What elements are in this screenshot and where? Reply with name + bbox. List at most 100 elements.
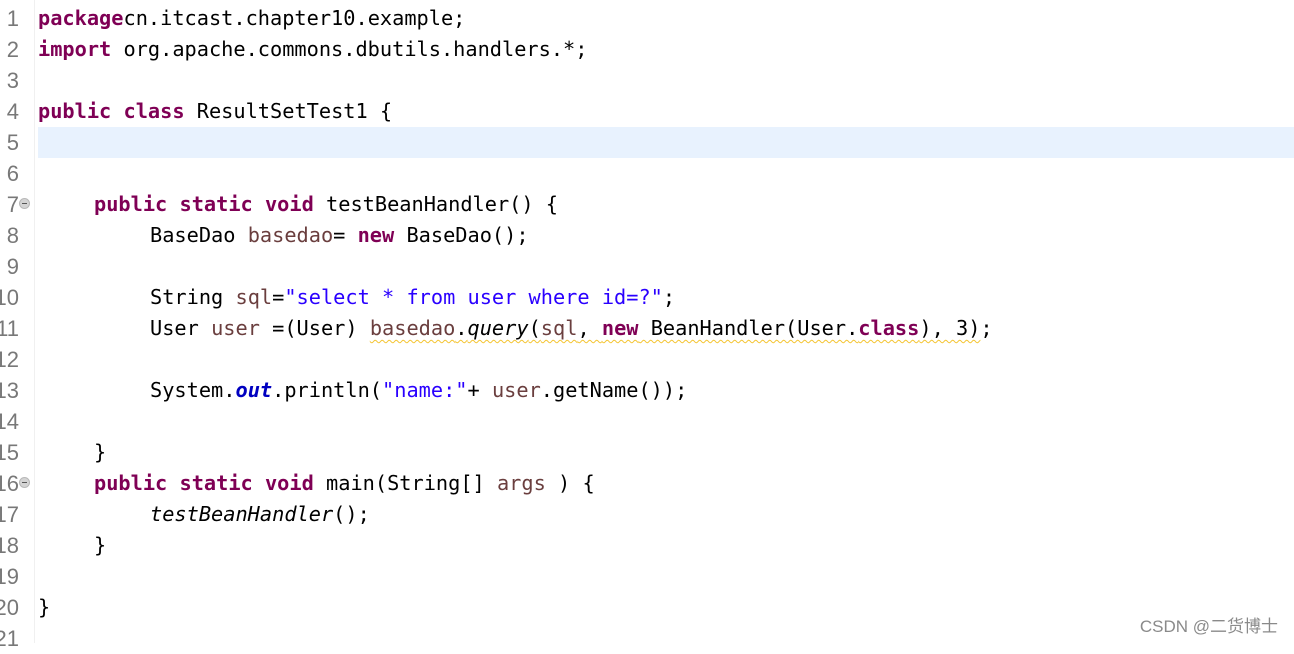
watermark: CSDN @二货博士 bbox=[1139, 617, 1278, 636]
line-number-gutter: 18 bbox=[0, 530, 34, 561]
code-text: BaseDao basedao= new BaseDao(); bbox=[150, 220, 529, 251]
keyword-token: class bbox=[858, 316, 920, 340]
code-line[interactable]: 10 String sql="select * from user where i… bbox=[0, 282, 1294, 313]
code-line[interactable]: 17 testBeanHandler(); bbox=[0, 499, 1294, 530]
code-token: . bbox=[455, 316, 468, 340]
keyword-token: void bbox=[264, 192, 314, 216]
code-text: packagecn.itcast.chapter10.example; bbox=[38, 3, 465, 34]
line-number: 15 bbox=[0, 440, 19, 465]
line-number-gutter: 15 bbox=[0, 437, 34, 468]
code-token: = bbox=[333, 223, 358, 247]
code-line[interactable]: 2 import org.apache.commons.dbutils.handl… bbox=[0, 34, 1294, 65]
code-token: = bbox=[272, 285, 285, 309]
string-literal: "name:" bbox=[382, 378, 468, 402]
code-token: query bbox=[467, 316, 529, 340]
code-text: import org.apache.commons.dbutils.handle… bbox=[38, 34, 587, 65]
line-number-gutter: 4 bbox=[0, 96, 34, 127]
line-number: 7 bbox=[6, 192, 19, 217]
keyword-token: public bbox=[94, 471, 168, 495]
code-line[interactable]: 6 bbox=[0, 158, 1294, 189]
code-token: testBeanHandler() { bbox=[313, 192, 559, 216]
variable-token: sql bbox=[235, 285, 273, 309]
line-number: 13 bbox=[0, 378, 19, 403]
code-line[interactable]: 16 public static void main(String[] args … bbox=[0, 468, 1294, 499]
code-token: org.apache.commons.dbutils.handlers.*; bbox=[111, 37, 588, 61]
code-token: BaseDao bbox=[150, 223, 248, 247]
line-number: 16 bbox=[0, 471, 19, 496]
code-line[interactable]: 13 System.out.println("name:"+ user.getNa… bbox=[0, 375, 1294, 406]
code-text: public static void main(String[] args ) … bbox=[94, 468, 595, 499]
code-line[interactable]: 3 bbox=[0, 65, 1294, 96]
variable-token: user bbox=[491, 378, 541, 402]
code-token: , bbox=[577, 316, 602, 340]
gutter-divider bbox=[34, 0, 35, 643]
line-number-gutter: 14 bbox=[0, 406, 34, 437]
code-line[interactable]: 19 bbox=[0, 561, 1294, 592]
code-token: + bbox=[467, 378, 492, 402]
line-number: 3 bbox=[6, 68, 19, 93]
keyword-token: new bbox=[357, 223, 395, 247]
keyword-token: static bbox=[179, 192, 253, 216]
code-token: ; bbox=[662, 285, 676, 309]
collapse-icon[interactable] bbox=[19, 198, 30, 209]
code-line[interactable]: 1 packagecn.itcast.chapter10.example; bbox=[0, 3, 1294, 34]
code-line[interactable]: 18} bbox=[0, 530, 1294, 561]
code-token: cn.itcast.chapter10.example; bbox=[123, 6, 466, 30]
code-text: String sql="select * from user where id=… bbox=[150, 282, 675, 313]
code-line[interactable]: 20} bbox=[0, 592, 1294, 623]
code-line[interactable]: 21 bbox=[0, 623, 1294, 654]
keyword-token: import bbox=[38, 37, 112, 61]
keyword-token: void bbox=[264, 471, 314, 495]
code-line[interactable]: 8 BaseDao basedao= new BaseDao(); bbox=[0, 220, 1294, 251]
line-number-gutter: 11 bbox=[0, 313, 34, 344]
code-line[interactable]: 11 User user =(User) basedao.query(sql, n… bbox=[0, 313, 1294, 344]
line-number: 1 bbox=[6, 6, 19, 31]
code-line[interactable]: 15} bbox=[0, 437, 1294, 468]
code-token: User bbox=[150, 316, 212, 340]
code-token: BeanHandler(User. bbox=[638, 316, 859, 340]
code-line[interactable]: 7 public static void testBeanHandler() { bbox=[0, 189, 1294, 220]
variable-token: basedao bbox=[247, 223, 334, 247]
line-number-gutter: 8 bbox=[0, 220, 34, 251]
line-number-gutter: 1 bbox=[0, 3, 34, 34]
keyword-token: package bbox=[38, 6, 124, 30]
line-number-gutter: 9 bbox=[0, 251, 34, 282]
keyword-token: new bbox=[601, 316, 639, 340]
line-number-gutter: 6 bbox=[0, 158, 34, 189]
code-editor[interactable]: 1 packagecn.itcast.chapter10.example; 2 imp… bbox=[0, 3, 1294, 654]
collapse-icon[interactable] bbox=[19, 477, 30, 488]
code-token: BaseDao(); bbox=[394, 223, 529, 247]
string-literal: "select * from user where id=?" bbox=[284, 285, 663, 309]
line-number: 20 bbox=[0, 595, 19, 620]
code-token: ResultSetTest1 { bbox=[184, 99, 393, 123]
line-number: 12 bbox=[0, 347, 19, 372]
code-token: } bbox=[94, 533, 107, 557]
code-line[interactable]: 5 bbox=[0, 127, 1294, 158]
line-number-gutter: 19 bbox=[0, 561, 34, 592]
code-line[interactable]: 12 bbox=[0, 344, 1294, 375]
line-number: 18 bbox=[0, 533, 19, 558]
code-token: ) { bbox=[545, 471, 595, 495]
code-line[interactable]: 14 bbox=[0, 406, 1294, 437]
variable-token: basedao bbox=[369, 316, 456, 340]
code-token: String bbox=[150, 285, 236, 309]
line-number-gutter: 16 bbox=[0, 468, 34, 499]
line-number: 10 bbox=[0, 285, 19, 310]
code-line[interactable]: 4 public class ResultSetTest1 { bbox=[0, 96, 1294, 127]
code-text: } bbox=[94, 437, 106, 468]
line-number-gutter: 10 bbox=[0, 282, 34, 313]
keyword-token: public bbox=[94, 192, 168, 216]
code-token: } bbox=[38, 595, 51, 619]
line-number-gutter: 20 bbox=[0, 592, 34, 623]
line-number: 14 bbox=[0, 409, 19, 434]
code-token: .getName()); bbox=[540, 378, 688, 402]
line-number: 4 bbox=[6, 99, 19, 124]
line-number-gutter: 21 bbox=[0, 623, 34, 654]
variable-token: user bbox=[211, 316, 260, 340]
keyword-token: static bbox=[179, 471, 253, 495]
code-line[interactable]: 9 bbox=[0, 251, 1294, 282]
code-text: User user =(User) basedao.query(sql, new… bbox=[150, 313, 993, 344]
